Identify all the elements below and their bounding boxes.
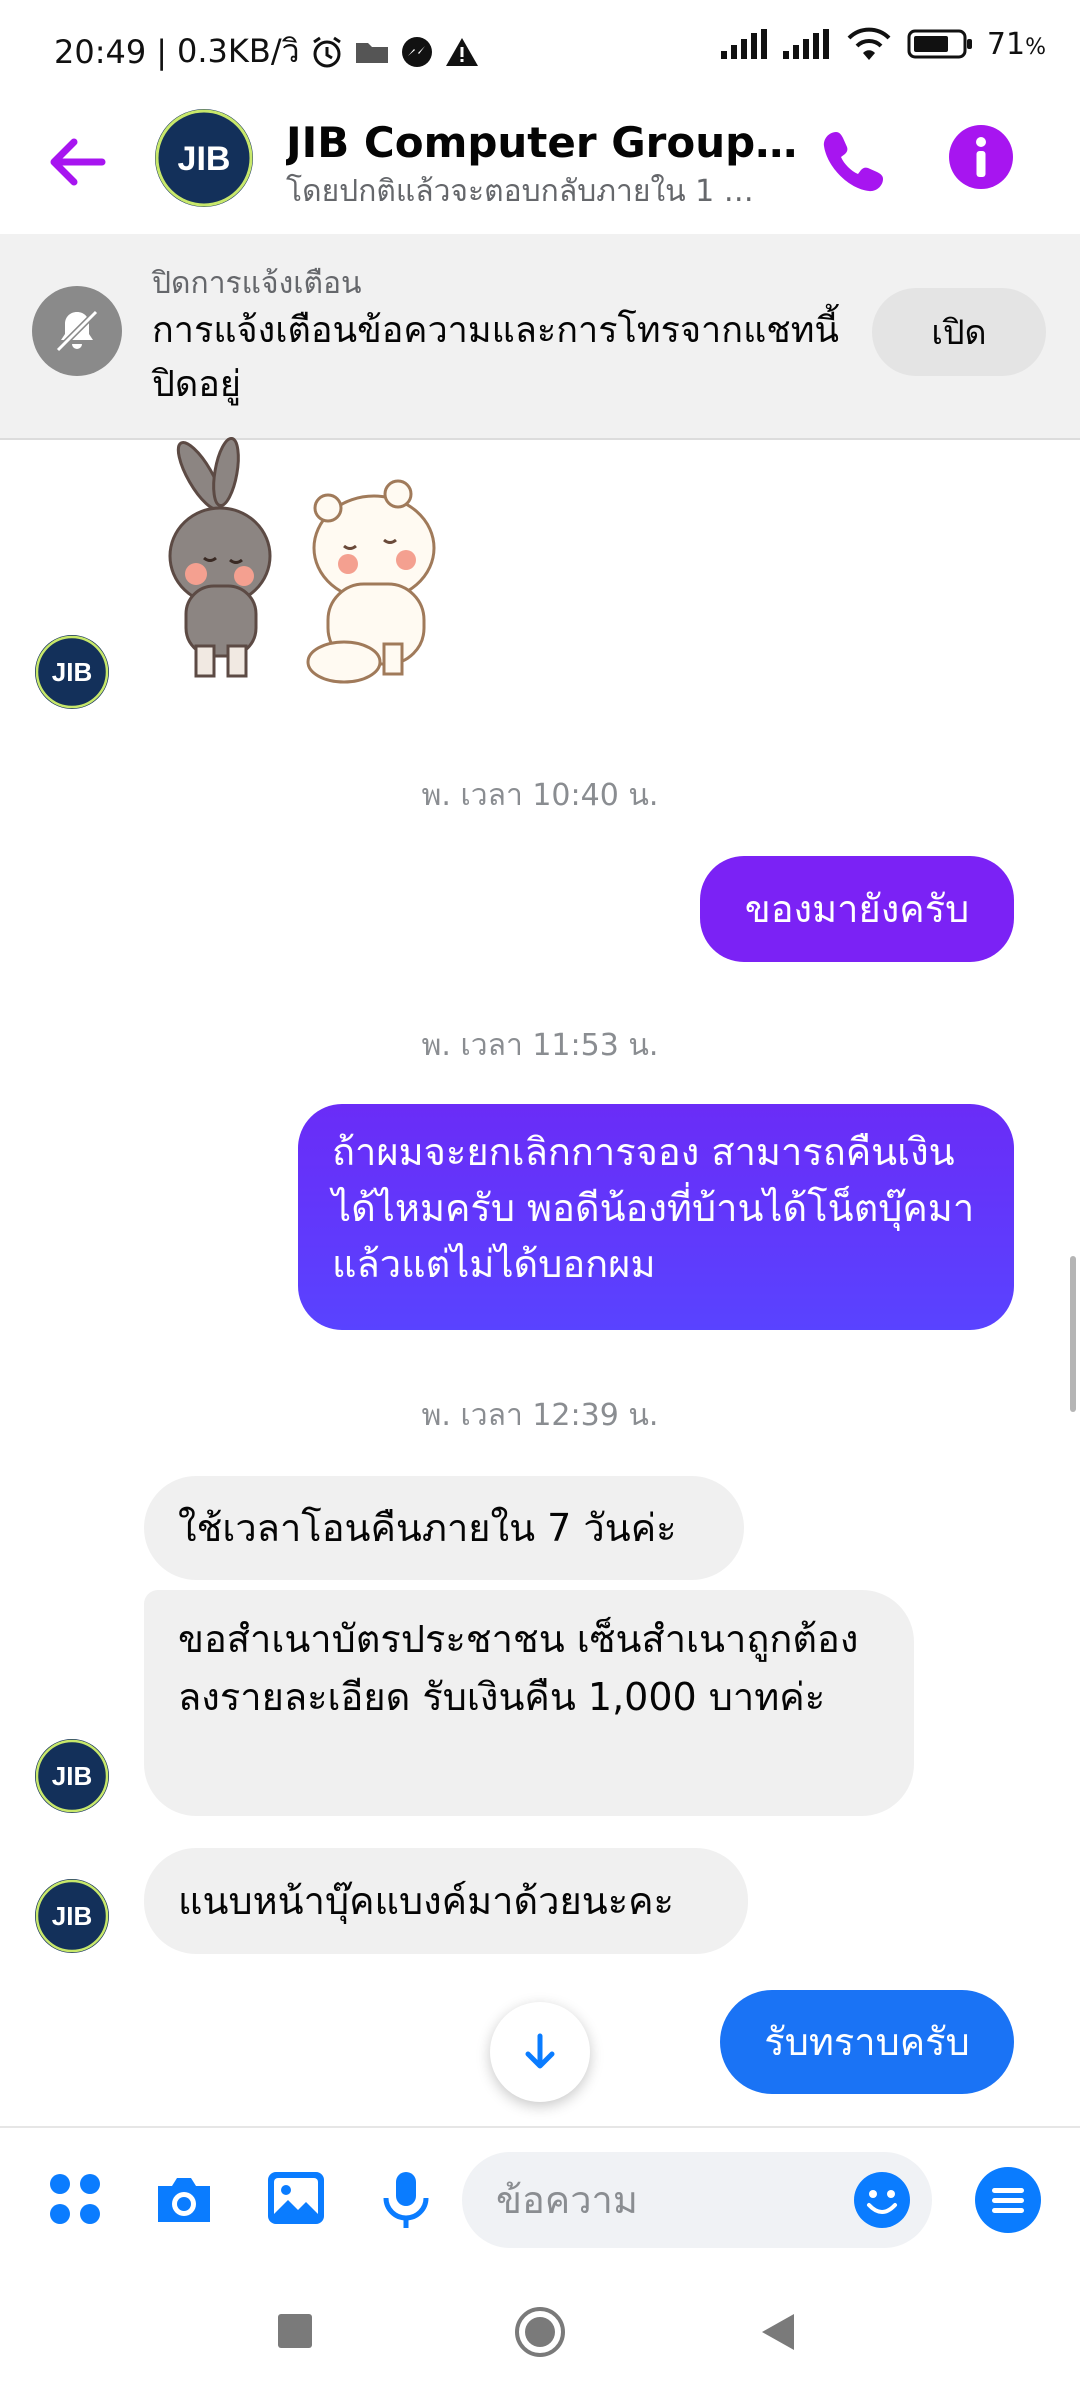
incoming-message[interactable]: แนบหน้าบุ๊คแบงค์มาด้วยนะคะ	[144, 1848, 748, 1954]
android-nav-bar	[0, 2266, 1080, 2400]
status-bar: 20:49 | 0.3KB/วิ 71%	[0, 0, 1080, 96]
network-speed: 0.3KB/วิ	[177, 32, 300, 70]
timestamp: พ. เวลา 11:53 น.	[421, 1028, 659, 1063]
back-nav-button[interactable]	[760, 2312, 796, 2352]
status-left: 20:49 | 0.3KB/วิ	[54, 26, 480, 77]
image-icon[interactable]	[264, 2166, 328, 2230]
alarm-icon	[312, 36, 341, 67]
mute-label: ปิดการแจ้งเตือน	[152, 266, 362, 301]
outgoing-message[interactable]: ของมายังครับ	[700, 856, 1014, 962]
sender-avatar[interactable]: JIB	[34, 1738, 110, 1814]
timestamp: พ. เวลา 12:39 น.	[421, 1398, 659, 1433]
phone-icon[interactable]	[816, 124, 892, 200]
svg-text:JIB: JIB	[52, 1761, 92, 1791]
chat-header: JIB JIB Computer Group สาขาลาดพร้าว โดยป…	[0, 96, 1080, 232]
camera-icon[interactable]	[152, 2168, 216, 2232]
signal-icon	[720, 29, 767, 59]
incoming-message[interactable]: ใช้เวลาโอนคืนภายใน 7 วันค่ะ	[144, 1476, 744, 1580]
back-arrow-icon[interactable]	[44, 130, 108, 194]
battery-icon	[907, 29, 972, 59]
battery-percent: 71%	[986, 26, 1046, 62]
mic-icon[interactable]	[374, 2168, 438, 2232]
emoji-icon[interactable]	[852, 2170, 912, 2230]
wifi-icon	[847, 27, 891, 60]
apps-icon[interactable]	[44, 2168, 108, 2232]
outgoing-message[interactable]: รับทราบครับ	[720, 1990, 1014, 2094]
scrollbar[interactable]	[1070, 1256, 1076, 1412]
status-time: 20:49	[54, 32, 147, 71]
messenger-icon	[401, 36, 432, 67]
mute-description: การแจ้งเตือนข้อความและการโทรจากแชทนี้ปิด…	[152, 310, 840, 405]
mute-banner: ปิดการแจ้งเตือน การแจ้งเตือนข้อความและกา…	[0, 234, 1080, 440]
sender-avatar[interactable]: JIB	[34, 1878, 110, 1954]
scroll-to-bottom-button[interactable]	[490, 2002, 590, 2102]
avatar[interactable]: JIB	[154, 108, 254, 208]
info-icon[interactable]	[948, 124, 1014, 190]
menu-icon[interactable]	[974, 2166, 1042, 2234]
recent-apps-button[interactable]	[278, 2314, 312, 2348]
avatar-initials: JIB	[178, 140, 231, 178]
arrow-down-icon	[525, 2033, 555, 2069]
svg-text:JIB: JIB	[52, 1901, 92, 1931]
home-button[interactable]	[514, 2306, 566, 2358]
svg-text:JIB: JIB	[52, 657, 92, 687]
status-right: 71%	[720, 26, 1046, 62]
folder-icon	[355, 42, 388, 63]
sender-avatar[interactable]: JIB	[34, 634, 110, 710]
composer-bar	[0, 2126, 1080, 2268]
chat-title[interactable]: JIB Computer Group สาขาลาดพร้าว	[286, 110, 806, 176]
warning-icon	[445, 37, 478, 66]
incoming-message[interactable]: ขอสำเนาบัตรประชาชน เซ็นสำเนาถูกต้อง ลงรา…	[144, 1590, 914, 1816]
bell-off-icon	[32, 286, 122, 376]
signal-icon	[782, 29, 829, 59]
timestamp: พ. เวลา 10:40 น.	[421, 778, 659, 813]
outgoing-message[interactable]: ถ้าผมจะยกเลิกการจอง สามารถคืนเงินได้ไหมค…	[298, 1104, 1014, 1330]
chat-subtitle: โดยปกติแล้วจะตอบกลับภายใน 1 ชั่วโมง	[286, 174, 766, 209]
unmute-button[interactable]: เปิด	[872, 288, 1046, 376]
bunny-bear-sticker[interactable]	[148, 436, 468, 692]
